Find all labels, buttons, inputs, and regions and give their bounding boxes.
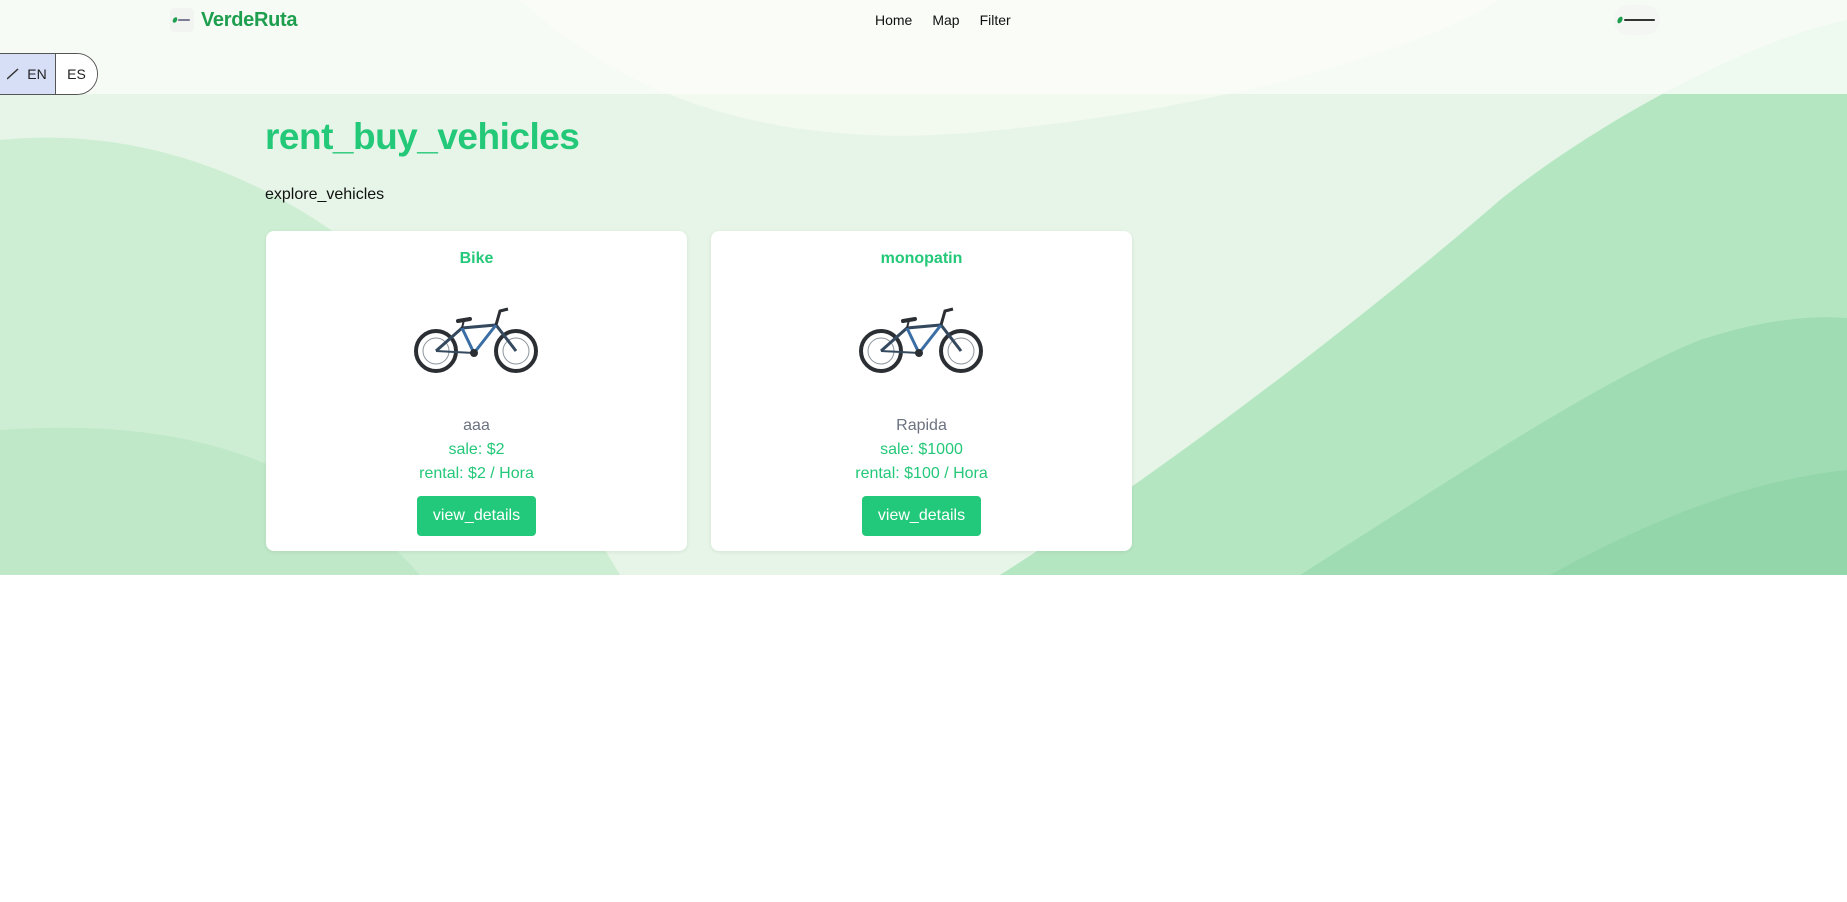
language-switcher: EN ES <box>0 53 98 95</box>
avatar[interactable] <box>1614 5 1660 35</box>
brand-name[interactable]: VerdeRuta <box>201 9 298 32</box>
vehicle-sale-price: sale: $1000 <box>880 441 963 458</box>
vehicle-sale-price: sale: $2 <box>448 441 505 458</box>
page-subtitle: explore_vehicles <box>265 186 385 203</box>
view-details-button[interactable]: view_details <box>417 496 536 536</box>
page-title: rent_buy_vehicles <box>265 116 580 157</box>
bicycle-image <box>414 307 538 373</box>
lang-en-label: EN <box>27 66 47 82</box>
lang-es-label: ES <box>67 66 86 82</box>
vehicle-description: Rapida <box>896 417 947 434</box>
verderuta-avatar-logo-icon <box>1617 16 1655 24</box>
brand[interactable]: VerdeRuta <box>170 8 298 32</box>
nav-filter[interactable]: Filter <box>980 12 1011 28</box>
vehicle-name: monopatin <box>880 250 963 267</box>
view-details-button[interactable]: view_details <box>862 496 981 536</box>
brand-logo[interactable] <box>170 8 194 32</box>
nav-home[interactable]: Home <box>875 12 912 28</box>
top-header: VerdeRuta Home Map Filter <box>0 0 1847 94</box>
leaf-logo-icon <box>172 17 190 23</box>
vehicle-rental-price: rental: $100 / Hora <box>855 465 988 482</box>
vehicle-description: aaa <box>463 417 490 434</box>
vehicle-card: monopatin Rapida sale: $1000 rental: $10… <box>711 231 1132 551</box>
bicycle-image <box>859 307 983 373</box>
lang-en-button[interactable]: EN <box>0 54 56 94</box>
vehicle-rental-price: rental: $2 / Hora <box>419 465 534 482</box>
nav-map[interactable]: Map <box>932 12 959 28</box>
lang-es-button[interactable]: ES <box>56 54 97 94</box>
vehicle-name: Bike <box>459 250 494 267</box>
check-icon <box>7 68 19 80</box>
page: VerdeRuta Home Map Filter EN ES rent_buy… <box>0 0 1847 902</box>
vehicle-card: Bike aaa sale: $2 rental: $2 / Hora view… <box>266 231 687 551</box>
main-nav: Home Map Filter <box>875 12 1011 28</box>
